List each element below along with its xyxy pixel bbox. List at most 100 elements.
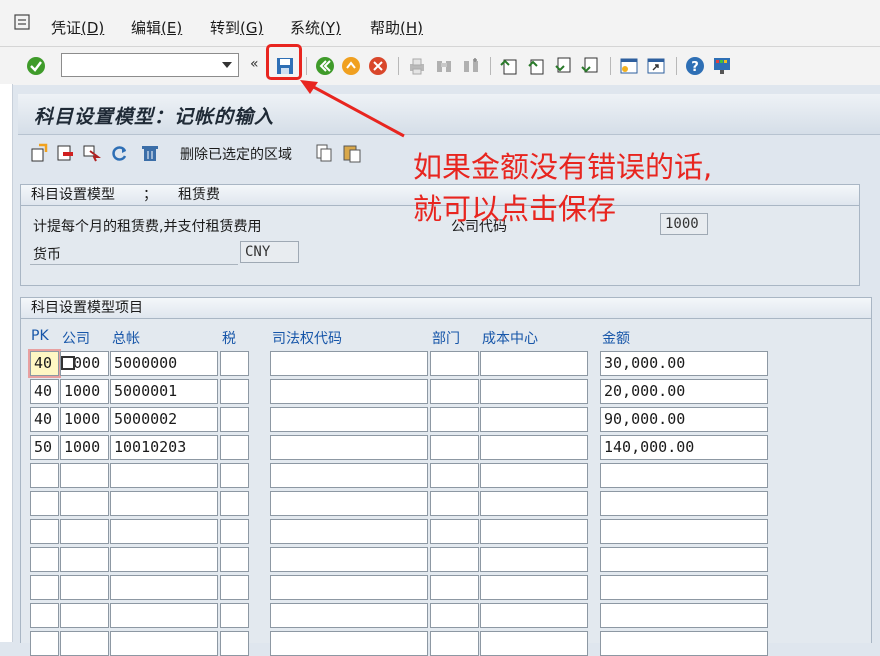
company-cell[interactable] (60, 491, 109, 516)
tax-cell[interactable] (220, 631, 249, 656)
pk-cell[interactable]: 40 (28, 349, 61, 378)
gl-account-cell[interactable] (110, 519, 218, 544)
gl-account-cell[interactable] (110, 575, 218, 600)
chevron-down-icon[interactable] (222, 62, 232, 68)
help-icon[interactable]: ? (684, 55, 706, 77)
new-session-icon[interactable] (618, 55, 640, 77)
cost-center-cell[interactable] (480, 491, 588, 516)
command-field[interactable] (61, 53, 239, 77)
amount-cell[interactable] (600, 463, 768, 488)
pk-cell[interactable] (30, 575, 59, 600)
tax-cell[interactable] (220, 379, 249, 404)
pk-cell[interactable]: 40 (30, 379, 59, 404)
trash-icon[interactable] (139, 142, 161, 164)
cost-center-cell[interactable] (480, 547, 588, 572)
department-cell[interactable] (430, 463, 479, 488)
find-icon[interactable] (433, 55, 455, 77)
cost-center-cell[interactable] (480, 435, 588, 460)
department-cell[interactable] (430, 631, 479, 656)
delete-row-icon[interactable] (54, 142, 76, 164)
check-icon[interactable] (25, 55, 47, 77)
company-cell[interactable]: 1000 (60, 407, 109, 432)
jurisdiction-cell[interactable] (270, 379, 428, 404)
cost-center-cell[interactable] (480, 463, 588, 488)
jurisdiction-cell[interactable] (270, 519, 428, 544)
tax-cell[interactable] (220, 463, 249, 488)
jurisdiction-cell[interactable] (270, 575, 428, 600)
amount-cell[interactable] (600, 491, 768, 516)
tax-cell[interactable] (220, 435, 249, 460)
prev-page-icon[interactable] (525, 55, 547, 77)
jurisdiction-cell[interactable] (270, 435, 428, 460)
company-cell[interactable] (60, 463, 109, 488)
gl-account-cell[interactable]: 5000002 (110, 407, 218, 432)
department-cell[interactable] (430, 379, 479, 404)
gl-account-cell[interactable]: 5000001 (110, 379, 218, 404)
jurisdiction-cell[interactable] (270, 463, 428, 488)
copy-icon[interactable] (313, 142, 335, 164)
jurisdiction-cell[interactable] (270, 547, 428, 572)
jurisdiction-cell[interactable] (270, 631, 428, 656)
company-cell[interactable] (60, 519, 109, 544)
pk-cell[interactable]: 50 (30, 435, 59, 460)
cost-center-cell[interactable] (480, 519, 588, 544)
pk-cell[interactable]: 40 (30, 407, 59, 432)
menu-system[interactable]: 系统(Y) (290, 17, 341, 38)
pk-cell[interactable] (30, 631, 59, 656)
last-page-icon[interactable] (579, 55, 601, 77)
jurisdiction-cell[interactable] (270, 407, 428, 432)
shortcut-icon[interactable] (645, 55, 667, 77)
tax-cell[interactable] (220, 407, 249, 432)
jurisdiction-cell[interactable] (270, 491, 428, 516)
app-menu-icon[interactable] (14, 14, 30, 30)
department-cell[interactable] (430, 407, 479, 432)
pk-cell[interactable] (30, 603, 59, 628)
cost-center-cell[interactable] (480, 575, 588, 600)
company-cell[interactable]: 1000 (60, 435, 109, 460)
pk-cell[interactable] (30, 547, 59, 572)
gl-account-cell[interactable] (110, 463, 218, 488)
amount-cell[interactable] (600, 519, 768, 544)
menu-help[interactable]: 帮助(H) (370, 17, 423, 38)
company-cell[interactable]: 1000 (60, 379, 109, 404)
back-icon[interactable] (314, 55, 336, 77)
tax-cell[interactable] (220, 547, 249, 572)
pk-cell[interactable] (30, 491, 59, 516)
jurisdiction-cell[interactable] (270, 351, 428, 376)
cost-center-cell[interactable] (480, 351, 588, 376)
amount-cell[interactable] (600, 631, 768, 656)
gl-account-cell[interactable]: 5000000 (110, 351, 218, 376)
select-icon[interactable] (80, 142, 102, 164)
amount-cell[interactable]: 20,000.00 (600, 379, 768, 404)
cost-center-cell[interactable] (480, 407, 588, 432)
menu-goto[interactable]: 转到(G) (210, 17, 263, 38)
amount-cell[interactable] (600, 603, 768, 628)
menu-edit[interactable]: 编辑(E) (131, 17, 182, 38)
gl-account-cell[interactable] (110, 631, 218, 656)
department-cell[interactable] (430, 519, 479, 544)
menu-document[interactable]: 凭证(D) (51, 17, 104, 38)
department-cell[interactable] (430, 491, 479, 516)
cost-center-cell[interactable] (480, 379, 588, 404)
tax-cell[interactable] (220, 603, 249, 628)
paste-icon[interactable] (341, 142, 363, 164)
cost-center-cell[interactable] (480, 603, 588, 628)
amount-cell[interactable]: 90,000.00 (600, 407, 768, 432)
exit-icon[interactable] (340, 55, 362, 77)
gl-account-cell[interactable] (110, 491, 218, 516)
pk-cell[interactable] (30, 519, 59, 544)
pk-cell[interactable] (30, 463, 59, 488)
department-cell[interactable] (430, 547, 479, 572)
amount-cell[interactable] (600, 547, 768, 572)
department-cell[interactable] (430, 603, 479, 628)
company-cell[interactable] (60, 547, 109, 572)
find-next-icon[interactable] (460, 55, 482, 77)
layout-icon[interactable] (711, 55, 733, 77)
company-cell[interactable] (60, 631, 109, 656)
delete-selected-label[interactable]: 删除已选定的区域 (180, 144, 292, 164)
cost-center-cell[interactable] (480, 631, 588, 656)
cancel-icon[interactable] (367, 55, 389, 77)
print-icon[interactable] (406, 55, 428, 77)
tax-cell[interactable] (220, 351, 249, 376)
department-cell[interactable] (430, 351, 479, 376)
